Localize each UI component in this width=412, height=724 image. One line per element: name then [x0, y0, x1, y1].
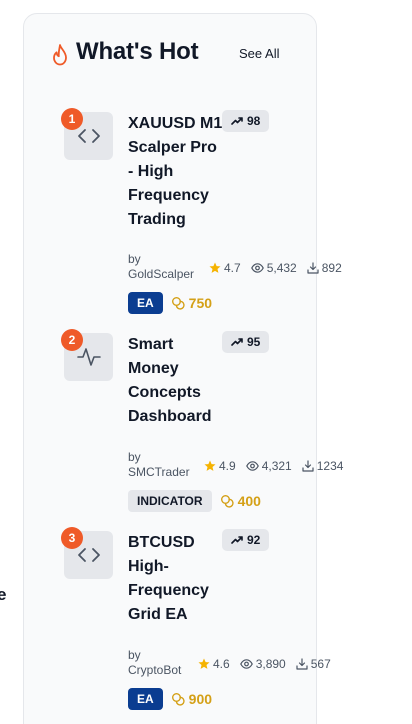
price-value: 750 — [188, 295, 213, 311]
star-icon — [209, 262, 221, 273]
downloads-stat: 567 — [296, 657, 331, 671]
type-badge: EA — [128, 688, 163, 710]
list-item[interactable]: 3 BTCUSD High-Frequency Grid EA 92 by Cr… — [24, 519, 331, 710]
type-badge: INDICATOR — [128, 490, 212, 512]
rating-stat: 4.7 — [209, 261, 241, 275]
cut-off-text: e — [0, 585, 7, 604]
see-all-link[interactable]: See All — [239, 46, 279, 61]
rank-badge: 1 — [61, 108, 83, 130]
coins-icon — [171, 297, 185, 310]
eye-icon — [245, 461, 259, 471]
trend-score: 92 — [247, 533, 261, 547]
rating-stat: 4.9 — [204, 459, 236, 473]
author-block: by GoldScalper — [128, 252, 194, 282]
star-icon — [198, 658, 210, 669]
author-name: CryptoBot — [128, 663, 182, 677]
rating-value: 4.9 — [219, 459, 236, 473]
item-name[interactable]: XAUUSD M1 Scalper Pro - High Frequency T… — [128, 112, 224, 232]
author-block: by CryptoBot — [128, 648, 181, 678]
author-name: SMCTrader — [128, 465, 190, 479]
star-icon — [204, 460, 216, 471]
rating-stat: 4.6 — [198, 657, 230, 671]
badge-row: INDICATOR 400 — [128, 490, 261, 512]
download-icon — [296, 658, 308, 670]
views-stat: 4,321 — [245, 459, 292, 473]
list-item[interactable]: 2 Smart Money Concepts Dashboard 95 by S… — [24, 321, 343, 512]
views-stat: 5,432 — [250, 261, 297, 275]
trend-score: 98 — [247, 114, 261, 128]
download-icon — [302, 460, 314, 472]
by-label: by — [128, 252, 141, 266]
panel-header: What's Hot See All — [24, 14, 316, 94]
trending-up-icon — [231, 536, 243, 544]
trend-score-badge: 95 — [222, 331, 270, 353]
item-stats: 4.6 3,890 567 — [198, 657, 331, 671]
views-count: 5,432 — [266, 261, 297, 275]
rank-badge: 2 — [61, 329, 83, 351]
code-icon — [77, 548, 100, 562]
trend-score-badge: 98 — [222, 110, 270, 132]
pulse-icon — [76, 348, 101, 366]
type-badge: EA — [128, 292, 163, 314]
trending-up-icon — [231, 117, 243, 125]
item-stats: 4.9 4,321 1234 — [204, 459, 343, 473]
downloads-count: 567 — [310, 657, 331, 671]
trend-score: 95 — [247, 335, 261, 349]
views-count: 4,321 — [261, 459, 292, 473]
rating-value: 4.7 — [224, 261, 241, 275]
item-stats: 4.7 5,432 892 — [209, 261, 342, 275]
trend-score-badge: 92 — [222, 529, 270, 551]
by-label: by — [128, 450, 141, 464]
download-icon — [307, 262, 319, 274]
coins-icon — [220, 495, 234, 508]
price-tag: 750 — [171, 295, 212, 311]
price-tag: 900 — [171, 691, 212, 707]
price-tag: 400 — [220, 493, 261, 509]
item-name[interactable]: Smart Money Concepts Dashboard — [128, 333, 224, 429]
badge-row: EA 750 — [128, 292, 212, 314]
price-value: 900 — [188, 691, 213, 707]
flame-icon — [53, 44, 67, 66]
item-name[interactable]: BTCUSD High-Frequency Grid EA — [128, 531, 224, 627]
rating-value: 4.6 — [213, 657, 230, 671]
downloads-count: 1234 — [316, 459, 344, 473]
whats-hot-panel: What's Hot See All 1 XAUUSD M1 Scalper P… — [23, 13, 343, 724]
rank-badge: 3 — [61, 527, 83, 549]
author-block: by SMCTrader — [128, 450, 190, 480]
downloads-count: 892 — [321, 261, 342, 275]
code-icon — [77, 129, 100, 143]
coins-icon — [171, 693, 185, 706]
views-stat: 3,890 — [239, 657, 286, 671]
badge-row: EA 900 — [128, 688, 212, 710]
downloads-stat: 1234 — [302, 459, 344, 473]
eye-icon — [250, 263, 264, 273]
panel-title: What's Hot — [76, 38, 199, 65]
price-value: 400 — [237, 493, 261, 509]
views-count: 3,890 — [255, 657, 286, 671]
author-name: GoldScalper — [128, 267, 195, 281]
trending-up-icon — [231, 338, 243, 346]
eye-icon — [239, 659, 253, 669]
by-label: by — [128, 648, 141, 662]
downloads-stat: 892 — [307, 261, 342, 275]
list-item[interactable]: 1 XAUUSD M1 Scalper Pro - High Frequency… — [24, 100, 342, 314]
